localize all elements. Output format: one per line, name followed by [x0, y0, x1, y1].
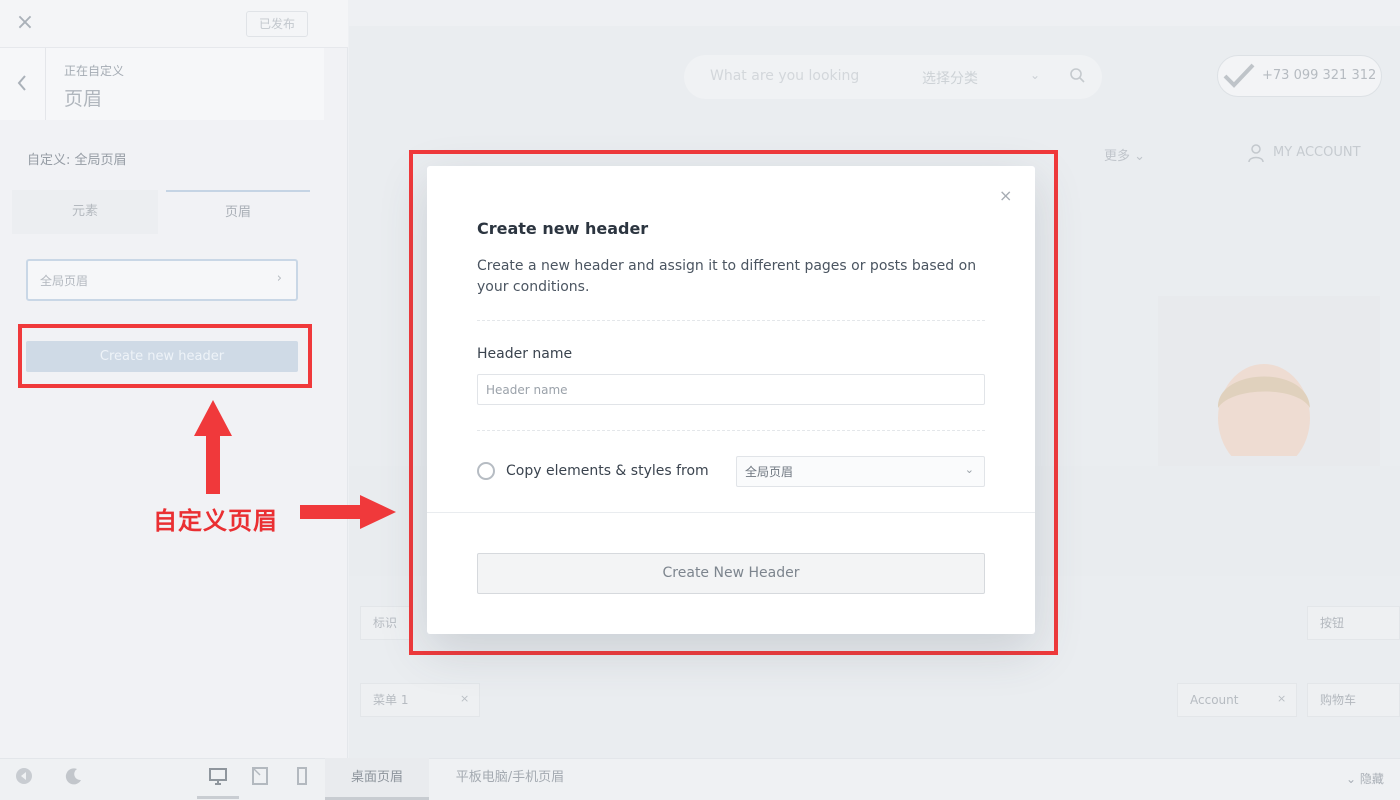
- annotation-label: 自定义页眉: [153, 507, 278, 535]
- global-header-select[interactable]: 全局页眉 ›: [26, 259, 298, 301]
- builder-item-cart: 购物车: [1307, 683, 1400, 717]
- chevron-down-icon: ⌄: [1346, 772, 1357, 786]
- chevron-left-icon: [17, 75, 26, 91]
- tab-elements[interactable]: 元素: [12, 190, 158, 234]
- divider: [477, 320, 985, 321]
- hide-toggle[interactable]: ⌄ 隐藏: [1346, 770, 1384, 787]
- preview-account-label: MY ACCOUNT: [1273, 145, 1361, 160]
- modal-description: Create a new header and assign it to dif…: [477, 258, 977, 295]
- copy-styles-label: Copy elements & styles from: [506, 463, 709, 479]
- remove-icon: ×: [460, 692, 470, 705]
- collapse-icon[interactable]: [14, 766, 34, 786]
- copy-source-value: 全局页眉: [745, 465, 794, 479]
- preview-nav-more: 更多 ⌄: [1104, 149, 1146, 164]
- divider: [477, 430, 985, 431]
- preview-hero-card: [1158, 296, 1380, 468]
- tablet-icon[interactable]: [250, 766, 270, 786]
- remove-icon: ×: [1277, 692, 1287, 705]
- moon-icon[interactable]: [64, 766, 84, 786]
- chevron-right-icon: ›: [276, 271, 282, 286]
- modal-footer-divider: [427, 512, 1035, 513]
- page-title: 页眉: [64, 88, 103, 110]
- arrow-up-icon: [194, 400, 232, 494]
- customizing-label: 自定义: 全局页眉: [27, 153, 127, 168]
- copy-source-select[interactable]: 全局页眉 ⌄: [736, 456, 985, 487]
- tab-mobile-header[interactable]: 平板电脑/手机页眉: [440, 758, 580, 800]
- child-photo: [1217, 364, 1310, 468]
- chevron-down-icon: ⌄: [1030, 68, 1041, 82]
- header-name-label: Header name: [477, 346, 573, 362]
- back-button[interactable]: [0, 48, 46, 120]
- tab-desktop-header[interactable]: 桌面页眉: [325, 758, 429, 800]
- user-icon: [1248, 144, 1264, 163]
- published-button[interactable]: 已发布: [246, 11, 308, 37]
- arrow-right-icon: [300, 495, 396, 529]
- close-icon[interactable]: ×: [999, 186, 1012, 205]
- global-header-select-label: 全局页眉: [40, 274, 89, 288]
- chevron-down-icon: ⌄: [964, 463, 974, 476]
- desktop-icon[interactable]: [208, 766, 228, 786]
- mobile-icon[interactable]: [292, 766, 312, 786]
- copy-styles-radio[interactable]: [477, 462, 495, 480]
- tab-header[interactable]: 页眉: [166, 190, 310, 234]
- create-header-modal: × Create new header Create a new header …: [427, 166, 1035, 634]
- close-icon[interactable]: ×: [14, 10, 36, 36]
- section-header: [0, 48, 324, 120]
- checkmark-icon: [1223, 63, 1255, 88]
- highlight-box-sidebar: [18, 324, 312, 388]
- search-icon: [1070, 68, 1085, 83]
- builder-item-logo: 标识: [360, 606, 410, 640]
- hide-label: 隐藏: [1359, 772, 1384, 786]
- builder-item-button: 按钮: [1307, 606, 1400, 640]
- create-new-header-submit[interactable]: Create New Header: [477, 553, 985, 594]
- modal-title: Create new header: [477, 219, 649, 238]
- preview-category-select: 选择分类: [922, 71, 978, 87]
- header-name-input[interactable]: [477, 374, 985, 405]
- preview-search-placeholder: What are you looking: [710, 68, 860, 84]
- desktop-active-indicator: [197, 796, 239, 799]
- preview-phone-number: +73 099 321 312: [1262, 68, 1377, 83]
- nav-more-label: 更多: [1104, 149, 1131, 164]
- breadcrumb-context: 正在自定义: [64, 64, 125, 78]
